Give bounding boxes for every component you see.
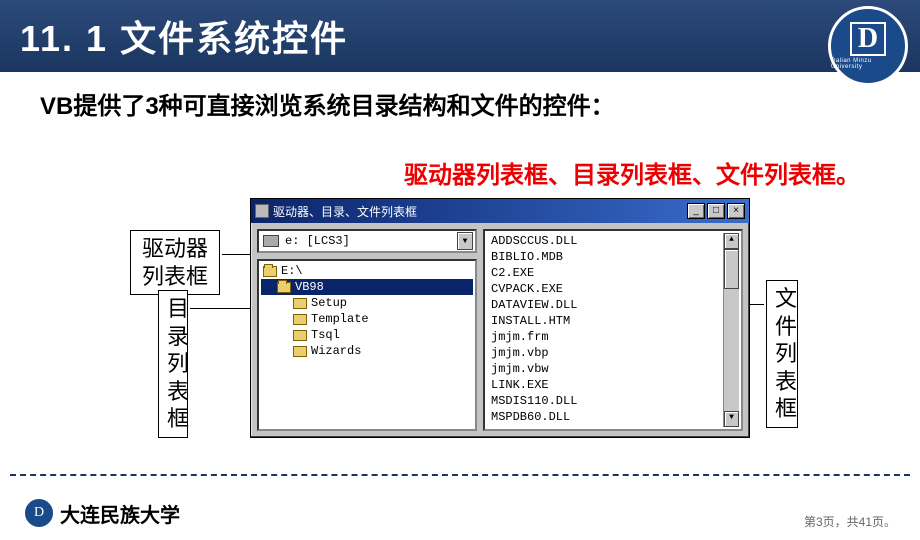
directory-list-box[interactable]: E:\ VB98 Setup Template bbox=[257, 259, 477, 431]
control-types-text: 驱动器列表框、目录列表框、文件列表框。 bbox=[40, 155, 880, 190]
file-item[interactable]: ADDSCCUS.DLL bbox=[487, 233, 723, 249]
vb-window-title: 驱动器、目录、文件列表框 bbox=[273, 203, 687, 220]
logo-letter: D bbox=[850, 22, 886, 57]
label-file-listbox: 文件列表框 bbox=[766, 280, 798, 428]
university-logo: D Dalian Minzu University bbox=[828, 6, 908, 86]
label-dir-listbox: 目录列表框 bbox=[158, 290, 188, 438]
vb-body: e: [LCS3] ▼ E:\ VB98 bbox=[251, 223, 749, 437]
vb-titlebar[interactable]: 驱动器、目录、文件列表框 _ □ × bbox=[251, 199, 749, 223]
folder-open-icon bbox=[263, 266, 277, 277]
chevron-down-icon[interactable]: ▼ bbox=[457, 232, 473, 250]
maximize-button[interactable]: □ bbox=[707, 203, 725, 219]
file-item[interactable]: DATAVIEW.DLL bbox=[487, 297, 723, 313]
file-item[interactable]: MSSCCPRJ.SCC bbox=[487, 425, 723, 427]
logo-ring-text: Dalian Minzu University bbox=[831, 58, 905, 70]
label-drive-listbox: 驱动器列表框 bbox=[130, 230, 220, 295]
footer: D 大连民族大学 第3页，共41页。 bbox=[0, 488, 920, 540]
drive-text: e: [LCS3] bbox=[285, 234, 350, 248]
folder-icon bbox=[293, 330, 307, 341]
scroll-down-button[interactable]: ▼ bbox=[724, 411, 739, 427]
file-item[interactable]: LINK.EXE bbox=[487, 377, 723, 393]
folder-open-icon bbox=[277, 282, 291, 293]
file-item[interactable]: C2.EXE bbox=[487, 265, 723, 281]
dir-item[interactable]: Template bbox=[261, 311, 473, 327]
close-button[interactable]: × bbox=[727, 203, 745, 219]
dir-item-root[interactable]: E:\ bbox=[261, 263, 473, 279]
file-item[interactable]: INSTALL.HTM bbox=[487, 313, 723, 329]
footer-logo-icon: D bbox=[24, 498, 54, 528]
intro-text: VB提供了3种可直接浏览系统目录结构和文件的控件： bbox=[40, 86, 880, 121]
drive-list-box[interactable]: e: [LCS3] ▼ bbox=[257, 229, 477, 253]
scrollbar[interactable]: ▲ ▼ bbox=[723, 233, 739, 427]
file-item[interactable]: MSDIS110.DLL bbox=[487, 393, 723, 409]
file-item[interactable]: jmjm.vbw bbox=[487, 361, 723, 377]
scroll-track[interactable] bbox=[724, 249, 739, 411]
form-icon bbox=[255, 204, 269, 218]
file-item[interactable]: jmjm.vbp bbox=[487, 345, 723, 361]
slide-title: 11. 1 文件系统控件 bbox=[20, 10, 348, 62]
dir-item[interactable]: Setup bbox=[261, 295, 473, 311]
diagram: 驱动器列表框 目录列表框 文件列表框 驱动器、目录、文件列表框 _ □ × e bbox=[50, 198, 870, 478]
minimize-button[interactable]: _ bbox=[687, 203, 705, 219]
file-item[interactable]: CVPACK.EXE bbox=[487, 281, 723, 297]
vb-window: 驱动器、目录、文件列表框 _ □ × e: [LCS3] ▼ bbox=[250, 198, 750, 438]
divider-line bbox=[10, 474, 910, 476]
folder-icon bbox=[293, 298, 307, 309]
drive-icon bbox=[263, 235, 279, 247]
file-item[interactable]: BIBLIO.MDB bbox=[487, 249, 723, 265]
scroll-thumb[interactable] bbox=[724, 249, 739, 289]
file-item[interactable]: jmjm.frm bbox=[487, 329, 723, 345]
file-list-box[interactable]: ADDSCCUS.DLLBIBLIO.MDBC2.EXECVPACK.EXEDA… bbox=[483, 229, 743, 431]
slide-title-bar: 11. 1 文件系统控件 bbox=[0, 0, 920, 72]
scroll-up-button[interactable]: ▲ bbox=[724, 233, 739, 249]
file-item[interactable]: MSPDB60.DLL bbox=[487, 409, 723, 425]
page-number: 第3页，共41页。 bbox=[804, 513, 896, 530]
folder-icon bbox=[293, 346, 307, 357]
dir-item[interactable]: Tsql bbox=[261, 327, 473, 343]
dir-item[interactable]: Wizards bbox=[261, 343, 473, 359]
content-area: VB提供了3种可直接浏览系统目录结构和文件的控件： 驱动器列表框、目录列表框、文… bbox=[0, 72, 920, 478]
footer-university-name: 大连民族大学 bbox=[60, 499, 180, 528]
folder-icon bbox=[293, 314, 307, 325]
dir-item-selected[interactable]: VB98 bbox=[261, 279, 473, 295]
